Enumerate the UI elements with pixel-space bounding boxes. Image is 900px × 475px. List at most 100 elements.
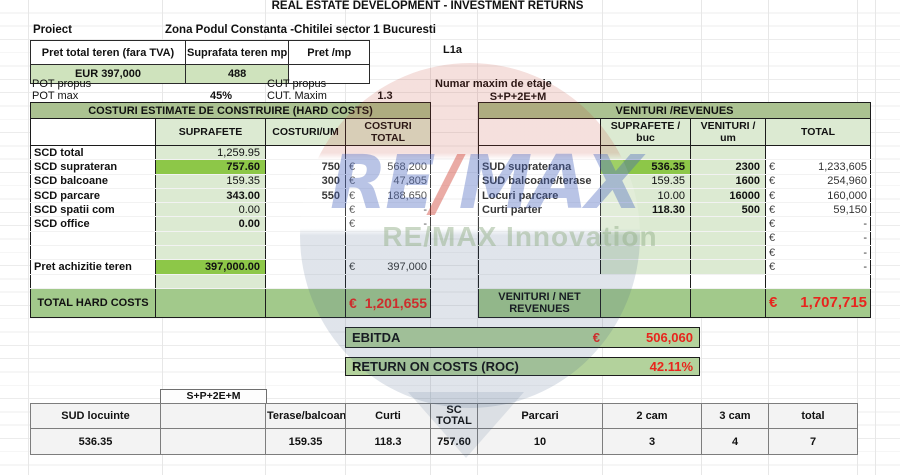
revenue-row-suprafete: 10.00 — [601, 188, 691, 202]
revenues-header-total: TOTAL — [766, 119, 871, 146]
cost-row-um — [266, 217, 346, 231]
cost-row-total — [346, 246, 431, 260]
cost-row-label — [31, 274, 156, 288]
pot-propus-label: POT propus — [32, 78, 91, 90]
revenue-row-label — [479, 231, 601, 245]
revenue-row-suprafete-highlight: 536.35 — [601, 160, 691, 174]
cost-row-um: 750 — [266, 160, 346, 174]
revenue-row-suprafete — [601, 260, 691, 274]
units-value-total: 7 — [769, 429, 858, 455]
cost-row-label: SCD spatii com — [31, 203, 156, 217]
revenue-row-suprafete — [601, 231, 691, 245]
costs-total-spacer — [266, 288, 346, 317]
cut-propus-label: CUT propus — [267, 78, 326, 90]
revenue-row-label: SUD balcoane/terase — [479, 174, 601, 188]
units-header-blank — [161, 404, 266, 429]
revenues-header-blank — [479, 119, 601, 146]
revenues-header-suprafete: SUPRAFETE / buc — [601, 119, 691, 146]
revenue-row-um — [691, 217, 766, 231]
cost-row-um: 300 — [266, 174, 346, 188]
costs-header-blank — [31, 119, 156, 146]
revenue-row-um — [691, 231, 766, 245]
units-value-terase: 159.35 — [266, 429, 346, 455]
cost-row-label: SCD total — [31, 146, 156, 160]
cost-row-um — [266, 260, 346, 274]
costs-header-total: COSTURI TOTAL — [346, 119, 431, 146]
roc-value: 42.11% — [650, 359, 693, 374]
units-header-sud-locuinte: SUD locuinte — [31, 404, 161, 429]
revenue-row-suprafete — [601, 246, 691, 260]
revenue-row-suprafete — [601, 274, 691, 288]
revenue-row-label — [479, 274, 601, 288]
units-header-parcari: Parcari — [478, 404, 603, 429]
revenues-total-value: €1,707,715 — [766, 288, 871, 317]
units-value-3cam: 4 — [702, 429, 769, 455]
revenue-row-label: Curti parter — [479, 203, 601, 217]
plot-code: L1a — [443, 44, 462, 56]
revenue-row-total: €254,960 — [766, 174, 871, 188]
cost-row-total — [346, 274, 431, 288]
land-header-pret-total: Pret total teren (fara TVA) — [31, 41, 186, 65]
cost-row-suprafete: 159.35 — [156, 174, 266, 188]
cost-row-total: €397,000 — [346, 260, 431, 274]
cost-row-label: SCD office — [31, 217, 156, 231]
cost-row-suprafete-highlight: 757.60 — [156, 160, 266, 174]
units-value-sud-locuinte: 536.35 — [31, 429, 161, 455]
units-value-sc-total: 757.60 — [431, 429, 478, 455]
costs-header-suprafete: SUPRAFETE — [156, 119, 266, 146]
revenue-row-suprafete — [601, 146, 691, 160]
units-header-2cam: 2 cam — [603, 404, 702, 429]
cost-row-um — [266, 203, 346, 217]
revenue-row-total: €- — [766, 246, 871, 260]
cost-row-suprafete-highlight: 397,000.00 — [156, 260, 266, 274]
revenues-table: VENITURI /REVENUES SUPRAFETE / buc VENIT… — [478, 102, 871, 318]
units-table: SUD locuinte Terase/balcoane Curti SC TO… — [30, 403, 858, 455]
units-header-curti: Curti — [346, 404, 431, 429]
cost-row-suprafete — [156, 231, 266, 245]
revenue-row-um: 1600 — [691, 174, 766, 188]
revenue-row-label — [479, 217, 601, 231]
cost-row-label — [31, 246, 156, 260]
pot-max-label: POT max — [32, 90, 78, 102]
cost-row-label — [31, 231, 156, 245]
revenue-row-total: €160,000 — [766, 188, 871, 202]
cost-row-label: SCD suprateran — [31, 160, 156, 174]
floors-box: S+P+2E+M — [160, 389, 267, 404]
costs-table: COSTURI ESTIMATE DE CONSTRUIRE (HARD COS… — [30, 102, 431, 318]
revenue-row-total: €1,233,605 — [766, 160, 871, 174]
cost-row-total — [346, 146, 431, 160]
cost-row-label: SCD parcare — [31, 188, 156, 202]
etaje-label: Numar maxim de etaje — [435, 78, 552, 90]
revenues-total-spacer — [691, 288, 766, 317]
units-value-2cam: 3 — [603, 429, 702, 455]
revenues-total-spacer — [601, 288, 691, 317]
ebitda-bar: EBITDA €506,060 — [345, 327, 700, 348]
project-name: Zona Podul Constanta -Chitilei sector 1 … — [165, 24, 436, 36]
land-header-pret-mp: Pret /mp — [289, 41, 370, 65]
cost-row-label: SCD balcoane — [31, 174, 156, 188]
revenue-row-total: €59,150 — [766, 203, 871, 217]
cost-row-um — [266, 246, 346, 260]
ebitda-value: €506,060 — [593, 329, 693, 347]
costs-total-label: TOTAL HARD COSTS — [31, 288, 156, 317]
units-value-parcari: 10 — [478, 429, 603, 455]
cost-row-total: €568,200 — [346, 160, 431, 174]
cost-row-um — [266, 146, 346, 160]
revenue-row-total: €- — [766, 217, 871, 231]
units-header-terase: Terase/balcoane — [266, 404, 346, 429]
roc-label: RETURN ON COSTS (ROC) — [352, 359, 519, 374]
pot-max-value: 45% — [185, 90, 257, 102]
cost-row-total: €188,650 — [346, 188, 431, 202]
revenue-row-um: 500 — [691, 203, 766, 217]
revenues-section-title: VENITURI /REVENUES — [479, 103, 871, 119]
revenue-row-label — [479, 260, 601, 274]
revenue-row-um — [691, 246, 766, 260]
cost-row-suprafete: 343.00 — [156, 188, 266, 202]
revenue-row-label — [479, 246, 601, 260]
revenue-row-suprafete: 118.30 — [601, 203, 691, 217]
gridline — [875, 0, 876, 475]
revenue-row-total — [766, 274, 871, 288]
units-header-total: total — [769, 404, 858, 429]
cost-row-suprafete: 1,259.95 — [156, 146, 266, 160]
page-title: REAL ESTATE DEVELOPMENT - INVESTMENT RET… — [0, 0, 855, 12]
